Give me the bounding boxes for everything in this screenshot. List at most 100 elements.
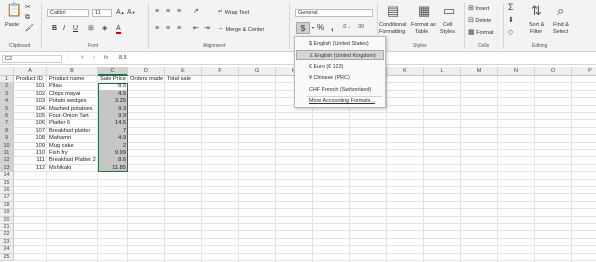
row-header-19[interactable]: 19 bbox=[0, 209, 14, 217]
row-header-20[interactable]: 20 bbox=[0, 216, 14, 224]
row-header-10[interactable]: 10 bbox=[0, 142, 14, 150]
row-header-25[interactable]: 25 bbox=[0, 253, 14, 261]
font-color-icon[interactable]: A bbox=[116, 25, 121, 34]
currency-option-5[interactable]: CHF French (Switzerland) bbox=[296, 85, 384, 95]
cell-a5[interactable]: 104 bbox=[14, 106, 46, 113]
conditional-label[interactable]: Conditional bbox=[379, 22, 407, 28]
decrease-indent-icon[interactable]: ⇤ bbox=[193, 25, 199, 32]
row-header-18[interactable]: 18 bbox=[0, 201, 14, 210]
row-header-7[interactable]: 7 bbox=[0, 120, 14, 128]
cell-a1[interactable]: Product ID bbox=[16, 76, 43, 83]
row-header-2[interactable]: 2 bbox=[0, 83, 14, 91]
row-header-6[interactable]: 6 bbox=[0, 113, 14, 121]
column-header-b[interactable]: B bbox=[47, 67, 98, 76]
borders-icon[interactable]: ⊞ bbox=[88, 25, 94, 32]
increase-indent-icon[interactable]: ⇥ bbox=[204, 25, 210, 32]
cell-b2[interactable]: Pilau bbox=[49, 83, 62, 90]
cell-c12[interactable]: 8.6 bbox=[98, 157, 126, 164]
cell-c13[interactable]: 11.85 bbox=[98, 165, 126, 172]
align-right-icon[interactable]: ≡ bbox=[177, 25, 181, 32]
column-header-o[interactable]: O bbox=[535, 67, 572, 76]
row-header-16[interactable]: 16 bbox=[0, 187, 14, 195]
top-align-icon[interactable]: ≡ bbox=[155, 8, 159, 15]
format-painter-icon[interactable]: 🖌 bbox=[25, 25, 34, 32]
cell-b12[interactable]: Breakfast Platter 2 bbox=[49, 157, 96, 164]
conditional-formatting-icon[interactable]: ▤ bbox=[387, 4, 399, 17]
column-header-l[interactable]: L bbox=[424, 67, 461, 76]
delete-button[interactable]: ⊟ Delete bbox=[468, 17, 491, 24]
cell-a9[interactable]: 108 bbox=[14, 135, 46, 142]
sort-label[interactable]: Sort & bbox=[529, 22, 544, 28]
formula-input[interactable]: 8.5 bbox=[119, 55, 127, 61]
cell-a7[interactable]: 106 bbox=[14, 120, 46, 127]
column-header-c[interactable]: C bbox=[98, 67, 128, 76]
currency-button[interactable]: $ bbox=[296, 22, 310, 34]
decrease-decimal-icon[interactable]: .00 bbox=[357, 24, 364, 31]
increase-font-icon[interactable]: A ▲ bbox=[116, 9, 125, 16]
font-name-box[interactable]: Calibri bbox=[47, 9, 89, 17]
merge-center-button[interactable]: ⇔ Merge & Center bbox=[218, 26, 264, 33]
find-label[interactable]: Find & bbox=[553, 22, 569, 28]
column-header-a[interactable]: A bbox=[14, 67, 47, 76]
comma-button[interactable]: , bbox=[331, 22, 334, 32]
cell-styles-icon[interactable]: ▭ bbox=[443, 4, 455, 17]
insert-function-button[interactable]: fx bbox=[104, 55, 108, 61]
fill-color-icon[interactable]: ◈ bbox=[102, 25, 107, 32]
row-header-13[interactable]: 13 bbox=[0, 164, 14, 173]
row-header-21[interactable]: 21 bbox=[0, 224, 14, 232]
row-header-14[interactable]: 14 bbox=[0, 172, 14, 180]
cell-b4[interactable]: Potato wedges bbox=[49, 98, 87, 105]
find-select-icon[interactable]: ⌕ bbox=[557, 4, 564, 17]
row-header-9[interactable]: 9 bbox=[0, 135, 14, 143]
cell-a4[interactable]: 103 bbox=[14, 98, 46, 105]
percent-button[interactable]: % bbox=[317, 23, 324, 32]
format-button[interactable]: ▦ Format bbox=[468, 29, 494, 36]
underline-button[interactable]: U bbox=[73, 25, 78, 32]
insert-button[interactable]: ⊞ Insert bbox=[468, 5, 489, 12]
row-header-22[interactable]: 22 bbox=[0, 231, 14, 239]
column-header-k[interactable]: K bbox=[387, 67, 424, 76]
format-as-table-icon[interactable]: ▦ bbox=[418, 4, 430, 17]
copy-icon[interactable]: ⧉ bbox=[25, 14, 30, 21]
cell-b7[interactable]: Platter 6 bbox=[49, 120, 70, 127]
row-header-24[interactable]: 24 bbox=[0, 246, 14, 254]
align-center-icon[interactable]: ≡ bbox=[166, 25, 170, 32]
middle-align-icon[interactable]: ≡ bbox=[166, 8, 170, 15]
cell-b10[interactable]: Mug cake bbox=[49, 143, 74, 150]
row-header-15[interactable]: 15 bbox=[0, 179, 14, 187]
select-all-corner[interactable] bbox=[0, 67, 14, 76]
row-header-8[interactable]: 8 bbox=[0, 127, 14, 136]
sort-filter-icon[interactable]: ⇅ bbox=[531, 4, 542, 17]
cell-a10[interactable]: 109 bbox=[14, 143, 46, 150]
cell-c5[interactable]: 9.3 bbox=[98, 106, 126, 113]
cancel-icon[interactable]: ✕ bbox=[80, 55, 85, 61]
orientation-icon[interactable]: ↗ bbox=[193, 8, 199, 15]
cell-c11[interactable]: 9.99 bbox=[98, 150, 126, 157]
cell-c8[interactable]: 7 bbox=[98, 128, 126, 135]
format-as-label[interactable]: Format as bbox=[411, 22, 436, 28]
paste-icon[interactable]: 📋 bbox=[6, 3, 22, 16]
cell-c7[interactable]: 14.5 bbox=[98, 120, 126, 127]
column-header-f[interactable]: F bbox=[202, 67, 239, 76]
clear-icon[interactable]: ◇ bbox=[508, 29, 513, 36]
column-header-p[interactable]: P bbox=[572, 67, 596, 76]
bottom-align-icon[interactable]: ≡ bbox=[177, 8, 181, 15]
cell-c4[interactable]: 3.25 bbox=[98, 98, 126, 105]
row-header-17[interactable]: 17 bbox=[0, 194, 14, 202]
currency-option-3[interactable]: € Euro (€ 123) bbox=[296, 62, 384, 72]
filter-label[interactable]: Filter bbox=[530, 29, 542, 35]
row-header-12[interactable]: 12 bbox=[0, 157, 14, 165]
row-header-4[interactable]: 4 bbox=[0, 98, 14, 106]
name-box-dropdown-icon[interactable]: ⋮ bbox=[66, 55, 72, 61]
column-header-m[interactable]: M bbox=[461, 67, 498, 76]
cell-b8[interactable]: Breakfast platter bbox=[49, 128, 90, 135]
currency-option-1[interactable]: $ English (United States) bbox=[296, 39, 384, 49]
currency-option-4[interactable]: ¥ Chinese (PRC) bbox=[296, 73, 384, 83]
column-header-n[interactable]: N bbox=[498, 67, 535, 76]
cell-a2[interactable]: 101 bbox=[14, 83, 46, 90]
number-format-box[interactable]: General bbox=[295, 9, 373, 17]
font-size-box[interactable]: 11 bbox=[92, 9, 112, 17]
autosum-icon[interactable]: Σ bbox=[508, 3, 514, 12]
fill-icon[interactable]: ⬇ bbox=[508, 17, 514, 24]
cell-c6[interactable]: 9.9 bbox=[98, 113, 126, 120]
